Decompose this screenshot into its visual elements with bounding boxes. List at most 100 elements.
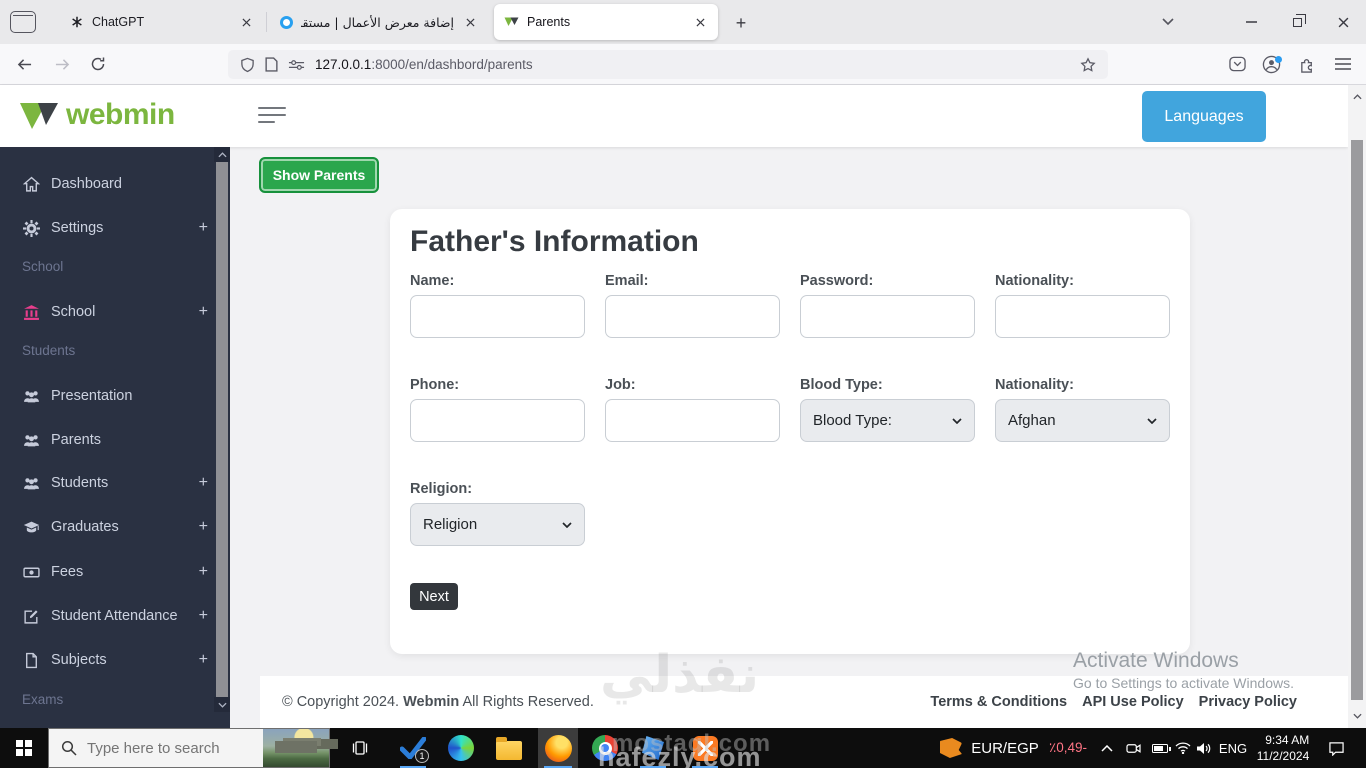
- bank-icon: [22, 303, 40, 321]
- new-tab-button[interactable]: +: [728, 10, 754, 36]
- sidebar-item-school[interactable]: School +: [0, 301, 214, 323]
- back-button[interactable]: [10, 50, 38, 78]
- webmin-header: webmin Languages: [0, 85, 1348, 147]
- account-notification-dot: [1275, 56, 1282, 63]
- email-input[interactable]: [605, 295, 780, 338]
- firefox-view-button[interactable]: [10, 11, 36, 33]
- sidebar: Dashboard Settings + School School + Stu…: [0, 147, 230, 728]
- close-icon[interactable]: [462, 14, 478, 30]
- expand-plus[interactable]: +: [199, 474, 214, 492]
- show-parents-button[interactable]: Show Parents: [259, 157, 379, 193]
- taskbar-search[interactable]: [48, 728, 330, 768]
- firefox-button[interactable]: [538, 728, 578, 768]
- expand-plus[interactable]: +: [199, 303, 214, 321]
- sidebar-item-dashboard[interactable]: Dashboard: [0, 173, 214, 195]
- search-highlight-image[interactable]: [263, 729, 329, 767]
- language-indicator[interactable]: ENG: [1216, 728, 1250, 768]
- tab-mostaql[interactable]: إضافة معرض الأعمال | مستقل: [270, 4, 488, 40]
- currency-pair[interactable]: EUR/EGP: [968, 728, 1042, 768]
- tab-parents[interactable]: Parents: [494, 4, 718, 40]
- tab-chatgpt[interactable]: ChatGPT: [60, 4, 264, 40]
- blood-type-select[interactable]: Blood Type:: [800, 399, 975, 442]
- list-all-tabs-button[interactable]: [1145, 0, 1191, 44]
- shield-icon[interactable]: [240, 57, 255, 73]
- permissions-icon[interactable]: [288, 59, 305, 71]
- pocket-icon[interactable]: [1222, 50, 1252, 78]
- expand-plus[interactable]: +: [199, 219, 214, 237]
- browser-scrollbar[interactable]: [1348, 85, 1366, 728]
- sidebar-item-settings[interactable]: Settings +: [0, 217, 214, 239]
- scroll-down-icon[interactable]: [214, 697, 230, 712]
- privacy-link[interactable]: Privacy Policy: [1199, 694, 1297, 710]
- task-view-button[interactable]: [342, 728, 378, 768]
- account-icon[interactable]: [1256, 50, 1286, 78]
- start-button[interactable]: [0, 728, 48, 768]
- sidebar-item-students[interactable]: Students +: [0, 472, 214, 494]
- bookmark-star-icon[interactable]: [1080, 56, 1096, 73]
- scroll-down-icon[interactable]: [1348, 708, 1366, 724]
- scrollbar-thumb[interactable]: [216, 162, 228, 697]
- sidebar-item-fees[interactable]: Fees +: [0, 561, 214, 583]
- expand-plus[interactable]: +: [199, 607, 214, 625]
- file-explorer-button[interactable]: [490, 728, 528, 768]
- file-icon: [22, 651, 40, 669]
- terms-link[interactable]: Terms & Conditions: [930, 694, 1067, 710]
- url-bar[interactable]: 127.0.0.1:8000/en/dashbord/parents: [228, 50, 1108, 79]
- scroll-up-icon[interactable]: [214, 147, 230, 162]
- api-policy-link[interactable]: API Use Policy: [1082, 694, 1184, 710]
- notification-center-icon[interactable]: [1320, 728, 1352, 768]
- activate-windows-subtext: Go to Settings to activate Windows.: [1073, 675, 1294, 691]
- forward-button[interactable]: [48, 50, 76, 78]
- chevron-down-icon: [952, 417, 962, 424]
- phone-input[interactable]: [410, 399, 585, 442]
- currency-widget-button[interactable]: [934, 728, 968, 768]
- close-window-button[interactable]: [1320, 0, 1366, 44]
- name-input[interactable]: [410, 295, 585, 338]
- edge-icon: [448, 735, 474, 761]
- activate-windows-text: Activate Windows: [1073, 649, 1239, 672]
- close-icon[interactable]: [692, 14, 708, 30]
- expand-plus[interactable]: +: [199, 563, 214, 581]
- phone-label: Phone:: [410, 377, 460, 393]
- scrollbar-thumb[interactable]: [1351, 140, 1363, 700]
- sidebar-item-presentation[interactable]: Presentation: [0, 385, 214, 407]
- main-content: Show Parents Father's Information Name: …: [230, 147, 1348, 728]
- checklist-app-button[interactable]: 1: [394, 728, 432, 768]
- edge-button[interactable]: [442, 728, 480, 768]
- nationality-input[interactable]: [995, 295, 1170, 338]
- sidebar-toggle-icon[interactable]: [258, 107, 286, 125]
- expand-plus[interactable]: +: [199, 518, 214, 536]
- page-info-icon[interactable]: [265, 57, 278, 72]
- sidebar-item-subjects[interactable]: Subjects +: [0, 649, 214, 671]
- sidebar-item-student-attendance[interactable]: Student Attendance +: [0, 605, 214, 627]
- currency-change[interactable]: ٪0,49-: [1040, 728, 1096, 768]
- close-icon[interactable]: [238, 14, 254, 30]
- nationality2-label: Nationality:: [995, 377, 1074, 393]
- job-input[interactable]: [605, 399, 780, 442]
- webmin-logo[interactable]: webmin: [18, 97, 175, 133]
- next-button[interactable]: Next: [410, 583, 458, 610]
- form-title: Father's Information: [410, 225, 699, 258]
- sidebar-item-parents[interactable]: Parents: [0, 429, 214, 451]
- sidebar-item-graduates[interactable]: Graduates +: [0, 516, 214, 538]
- languages-button[interactable]: Languages: [1142, 91, 1266, 142]
- reload-button[interactable]: [84, 50, 112, 78]
- scroll-up-icon[interactable]: [1348, 89, 1366, 105]
- notification-badge: 1: [415, 749, 429, 763]
- volume-icon[interactable]: [1190, 728, 1218, 768]
- tray-expand-chevron-icon[interactable]: [1094, 728, 1120, 768]
- page-viewport: webmin Languages Dashboard Settings + Sc…: [0, 85, 1348, 728]
- minimize-button[interactable]: [1228, 0, 1274, 44]
- menu-hamburger-icon[interactable]: [1328, 50, 1358, 78]
- meet-now-icon[interactable]: [1120, 728, 1146, 768]
- religion-label: Religion:: [410, 481, 473, 497]
- sidebar-scrollbar[interactable]: [214, 147, 230, 728]
- religion-select[interactable]: Religion: [410, 503, 585, 546]
- search-input[interactable]: [87, 739, 247, 757]
- extensions-puzzle-icon[interactable]: [1292, 50, 1322, 78]
- nationality-select[interactable]: Afghan: [995, 399, 1170, 442]
- expand-plus[interactable]: +: [199, 651, 214, 669]
- restore-button[interactable]: [1274, 0, 1320, 44]
- taskbar-clock[interactable]: 9:34 AM 11/2/2024: [1250, 728, 1316, 768]
- password-input[interactable]: [800, 295, 975, 338]
